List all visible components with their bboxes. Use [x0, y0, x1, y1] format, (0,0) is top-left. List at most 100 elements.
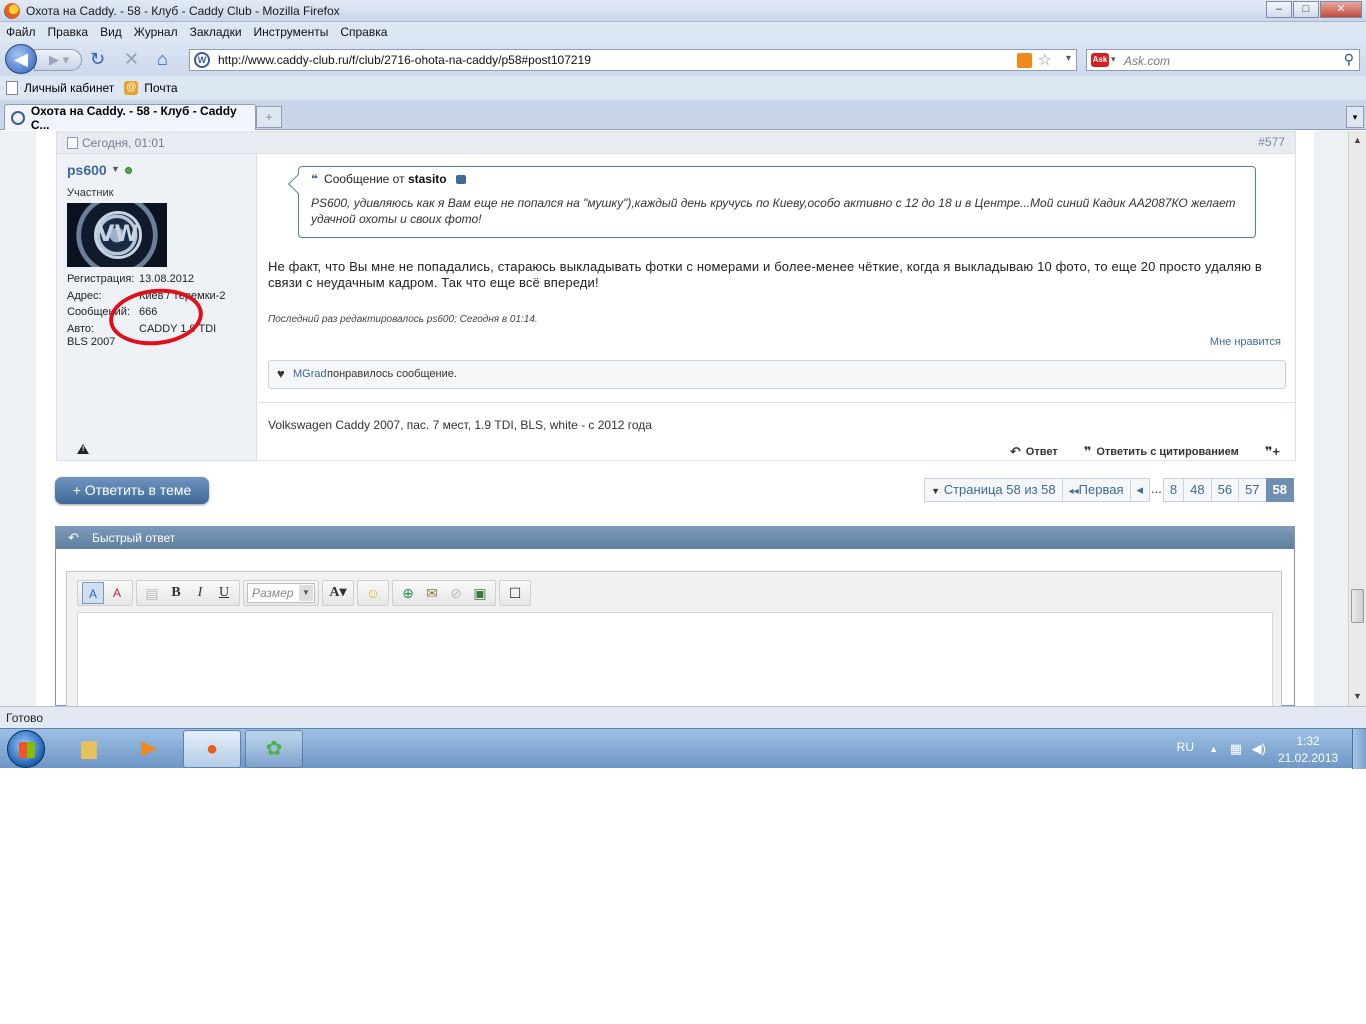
font-size-select[interactable]: Размер ▼	[247, 583, 315, 603]
wysiwyg-mode-icon[interactable]: A	[82, 582, 104, 604]
start-button[interactable]	[7, 730, 45, 768]
unlink-icon[interactable]: ⊘	[445, 582, 467, 604]
bookmark-cabinet[interactable]: Личный кабинет	[6, 81, 114, 95]
search-icon[interactable]: ⚲	[1344, 51, 1354, 68]
quote-icon[interactable]: ☐	[504, 582, 526, 604]
window-titlebar: Охота на Caddy. - 58 - Клуб - Caddy Club…	[0, 0, 1366, 22]
scrollbar-thumb[interactable]	[1351, 589, 1364, 623]
prev-page-button[interactable]: ◂	[1129, 478, 1151, 502]
report-exclamation: !	[82, 446, 85, 453]
menu-help[interactable]: Справка	[334, 25, 393, 39]
paste-icon[interactable]: ▤	[141, 582, 163, 604]
page-link-8[interactable]: 8	[1162, 478, 1185, 502]
signature-divider	[258, 402, 1295, 403]
italic-icon[interactable]: I	[189, 582, 211, 604]
reload-icon[interactable]: ↻	[90, 50, 105, 68]
scroll-up-icon[interactable]: ▲	[1353, 135, 1362, 145]
explorer-taskbar-button[interactable]: ▆	[60, 730, 118, 768]
address-url[interactable]: http://www.caddy-club.ru/f/club/2716-oho…	[218, 53, 591, 67]
forward-button[interactable]: ▶ ▾	[34, 49, 82, 71]
post-number-link[interactable]: #577	[1258, 135, 1285, 149]
image-icon[interactable]: ▣	[469, 582, 491, 604]
page-link-57[interactable]: 57	[1238, 478, 1267, 502]
url-history-dropdown-icon[interactable]: ▾	[1066, 53, 1071, 64]
tab-title: Охота на Caddy. - 58 - Клуб - Caddy C...	[30, 103, 237, 132]
show-desktop-button[interactable]	[1352, 729, 1366, 769]
back-button[interactable]: ◀	[5, 44, 37, 74]
smilie-icon[interactable]: ☺	[362, 582, 384, 604]
username-link[interactable]: ps600	[67, 162, 107, 178]
page-scrollbar[interactable]: ▲ ▼	[1348, 131, 1366, 706]
search-box[interactable]: Ask ▾ Ask.com ⚲	[1086, 49, 1360, 71]
tab-list-button[interactable]: ▾	[1346, 106, 1364, 128]
clock-time[interactable]: 1:32	[1278, 734, 1338, 748]
reply-in-thread-button[interactable]: + Ответить в теме	[55, 477, 209, 504]
window-title: Охота на Caddy. - 58 - Клуб - Caddy Club…	[26, 3, 340, 18]
likes-box: ♥ MGrad понравилось сообщение.	[268, 360, 1286, 389]
language-indicator[interactable]: RU	[1177, 740, 1194, 754]
first-page-button[interactable]: ◂◂Первая	[1061, 478, 1131, 502]
clock-date[interactable]: 21.02.2013	[1278, 751, 1338, 765]
link-icon[interactable]: ⊕	[397, 582, 419, 604]
tab-active[interactable]: Охота на Caddy. - 58 - Клуб - Caddy C...	[4, 103, 256, 132]
media-player-taskbar-button[interactable]: ▶	[120, 730, 178, 768]
font-size-placeholder: Размер	[252, 586, 294, 600]
page-icon	[6, 81, 18, 95]
menu-history[interactable]: Журнал	[128, 25, 184, 39]
remove-format-icon[interactable]: A	[106, 582, 128, 604]
maximize-button[interactable]: □	[1293, 1, 1319, 18]
quick-reply-header[interactable]: ↶ Быстрый ответ	[56, 527, 1294, 549]
stop-icon[interactable]: ✕	[124, 50, 139, 68]
new-tab-button[interactable]: +	[256, 106, 282, 128]
page-link-56[interactable]: 56	[1210, 478, 1240, 502]
window-controls: ‒ □ ✕	[1265, 1, 1362, 18]
bookmark-mail[interactable]: @ Почта	[120, 81, 178, 95]
volume-icon[interactable]: ◀)	[1252, 741, 1266, 757]
quote-prefix: Сообщение от	[324, 172, 405, 186]
quote-text: PS600, удивляюсь как я Вам еще не попалс…	[311, 196, 1236, 226]
ask-engine-icon[interactable]: Ask	[1091, 53, 1109, 67]
show-hidden-icons-icon[interactable]: ▲	[1209, 744, 1218, 754]
bookmark-label: Почта	[144, 81, 178, 95]
page-jump-dropdown[interactable]: ▼ Страница 58 из 58	[924, 478, 1063, 502]
like-link[interactable]: Мне нравится	[1210, 336, 1281, 348]
liked-user-link[interactable]: MGrad	[293, 368, 327, 380]
text-color-icon[interactable]: A▾	[327, 582, 349, 604]
registration-label: Регистрация:	[67, 273, 135, 285]
menu-bookmarks[interactable]: Закладки	[184, 25, 248, 39]
view-post-icon[interactable]	[455, 175, 466, 185]
menu-view[interactable]: Вид	[94, 25, 128, 39]
bookmark-star-icon[interactable]: ☆	[1038, 50, 1052, 70]
quote-reply-button[interactable]: ❞ Ответить с цитированием	[1084, 444, 1239, 460]
home-icon[interactable]: ⌂	[157, 50, 168, 68]
multi-quote-icon: ❞+	[1264, 444, 1280, 459]
message-textarea[interactable]	[77, 612, 1273, 706]
bold-icon[interactable]: B	[165, 582, 187, 604]
minimize-button[interactable]: ‒	[1266, 1, 1292, 18]
close-button[interactable]: ✕	[1320, 1, 1362, 18]
address-bar[interactable]: W http://www.caddy-club.ru/f/club/2716-o…	[189, 49, 1077, 71]
rss-icon[interactable]	[1017, 53, 1032, 68]
editor-toolbar: A A ▤ B I U Размер ▼ A▾ ☺ ⊕ ✉ ⊘ ▣ ☐	[77, 580, 534, 606]
email-icon[interactable]: ✉	[421, 582, 443, 604]
icq-taskbar-button[interactable]: ✿	[245, 730, 303, 768]
multi-quote-button[interactable]: ❞+	[1265, 444, 1285, 460]
user-menu-dropdown-icon[interactable]: ▼	[111, 164, 120, 174]
firefox-taskbar-button[interactable]: ●	[183, 730, 241, 768]
scroll-down-icon[interactable]: ▼	[1353, 691, 1362, 701]
menu-edit[interactable]: Правка	[42, 25, 95, 39]
search-placeholder[interactable]: Ask.com	[1124, 54, 1170, 68]
underline-icon[interactable]: U	[213, 582, 235, 604]
reply-button[interactable]: ↶ Ответ	[1010, 444, 1058, 460]
signature: Volkswagen Caddy 2007, пас. 7 мест, 1.9 …	[268, 418, 652, 432]
user-auto-row-2: BLS 2007	[67, 336, 116, 348]
current-page: 58	[1265, 478, 1294, 502]
avatar[interactable]: VW	[67, 203, 167, 267]
page-link-48[interactable]: 48	[1183, 478, 1212, 502]
toolbar-group-color: A▾	[322, 580, 354, 606]
menu-tools[interactable]: Инструменты	[248, 25, 335, 39]
toolbar-group-clip: ▤ B I U	[136, 580, 240, 606]
network-icon[interactable]: ▦	[1230, 741, 1242, 757]
search-engine-dropdown-icon[interactable]: ▾	[1111, 54, 1116, 65]
menu-file[interactable]: Файл	[0, 25, 42, 39]
